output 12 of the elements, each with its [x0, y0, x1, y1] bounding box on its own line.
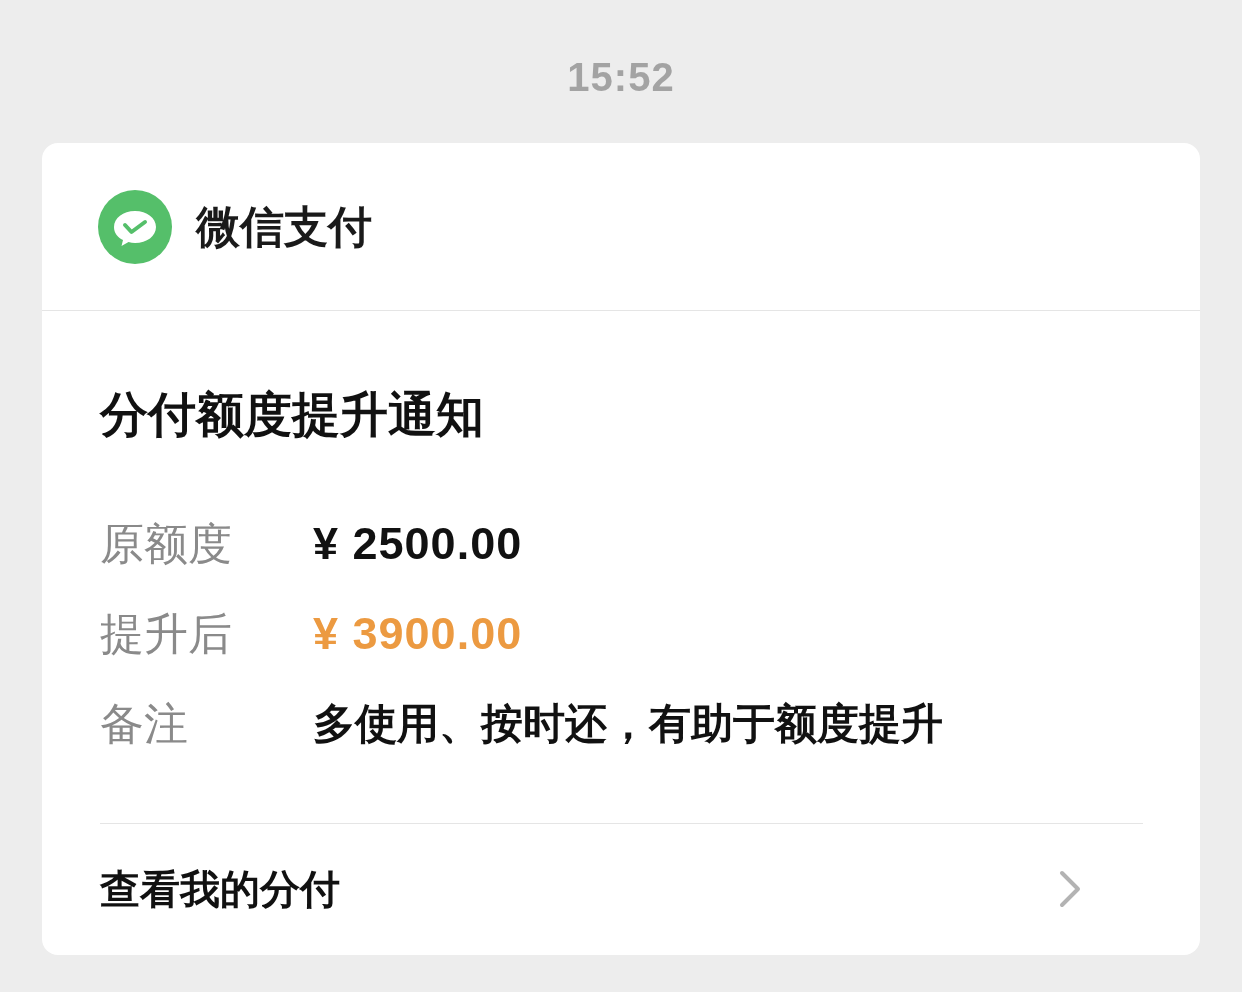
field-value: 多使用、按时还，有助于额度提升: [313, 698, 943, 750]
pay-logo-icon: [98, 189, 172, 264]
field-value: ¥ 3900.00: [313, 607, 523, 661]
field-label: 提升后: [100, 607, 233, 661]
sender-name: 微信支付: [196, 199, 372, 254]
chevron-right-icon: [1059, 870, 1081, 908]
message-time: 15:52: [567, 54, 675, 101]
field-value: ¥ 2500.00: [313, 517, 523, 571]
field-label: 原额度: [100, 517, 233, 571]
field-label: 备注: [100, 697, 189, 751]
view-details-link[interactable]: 查看我的分付: [100, 824, 1143, 954]
notice-title: 分付额度提升通知: [100, 385, 484, 444]
